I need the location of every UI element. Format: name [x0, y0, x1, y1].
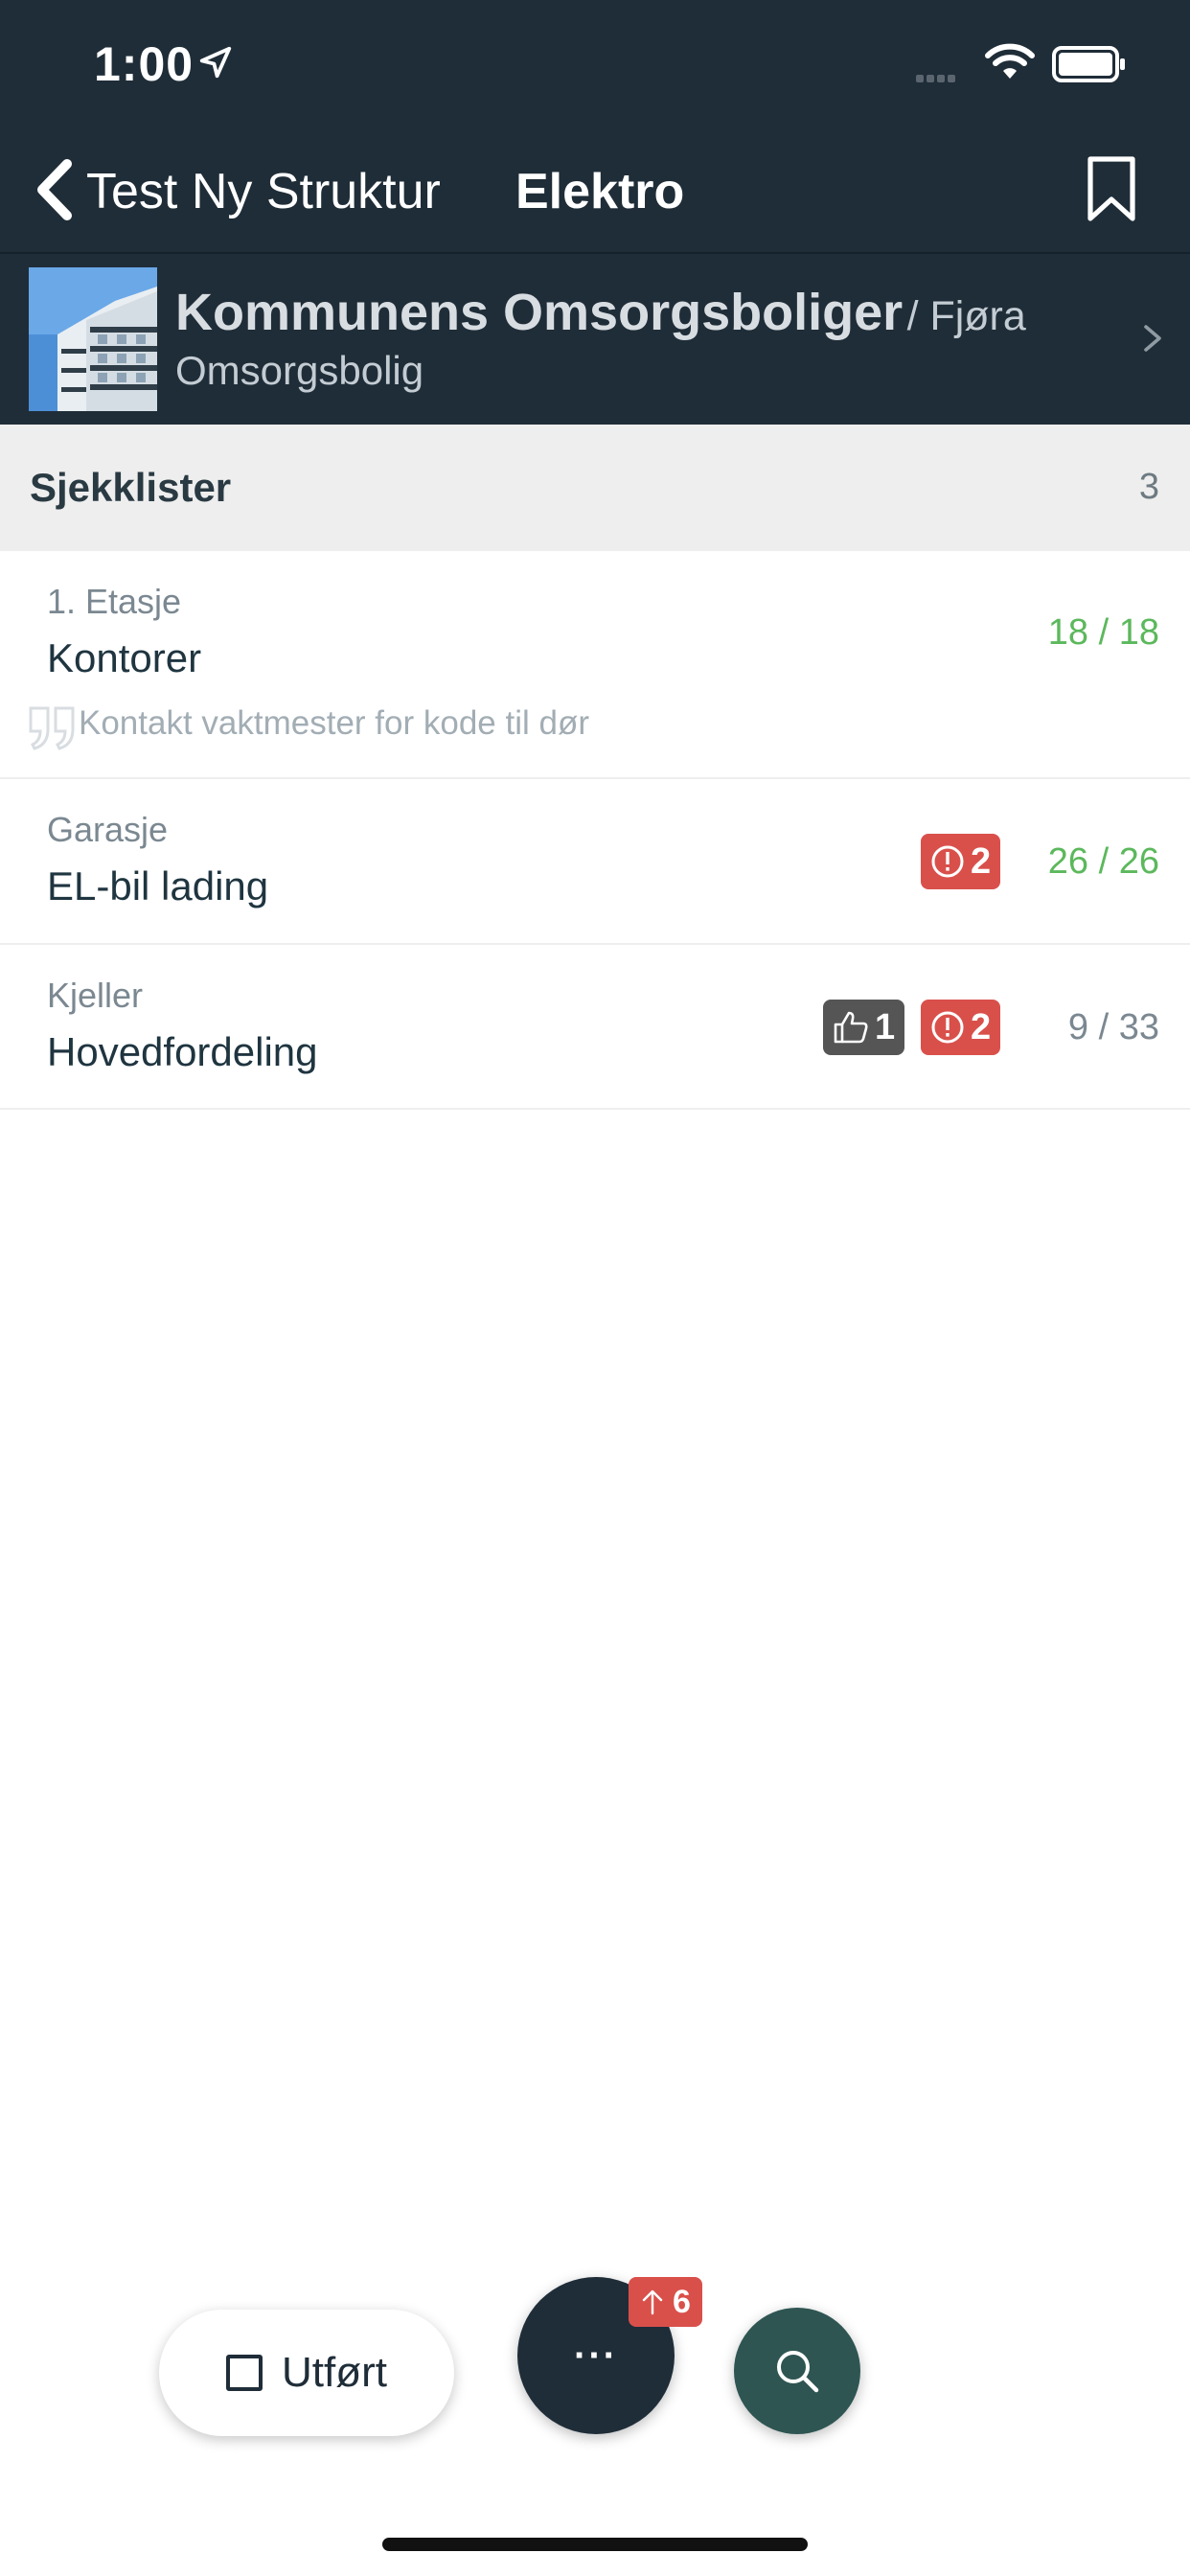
section-count: 3: [1138, 467, 1159, 507]
arrow-up-icon: [642, 2289, 663, 2315]
checklist-title: Kontorer: [47, 635, 202, 680]
location-arrow-icon: [199, 46, 232, 79]
project-thumbnail: [29, 267, 157, 411]
checklist-title: EL-bil lading: [47, 863, 269, 908]
checklist-location: 1. Etasje: [47, 582, 182, 621]
navigation-bar: Test Ny Struktur Elektro: [0, 134, 1190, 249]
back-button[interactable]: Test Ny Struktur: [86, 163, 441, 220]
checklist-progress: 9 / 33: [1067, 1007, 1159, 1047]
done-filter-label: Utført: [282, 2349, 387, 2396]
page-title: Elektro: [515, 164, 685, 219]
cellular-signal-icon: [916, 70, 958, 87]
project-location: / Fjøra: [906, 293, 1026, 339]
done-filter-button[interactable]: Utført: [159, 2310, 454, 2436]
checklist-progress: 26 / 26: [1047, 841, 1159, 882]
floating-action-bar: Utført ··· 6: [0, 2271, 1190, 2444]
checklist-location: Garasje: [47, 810, 169, 849]
checklist-title: Hovedfordeling: [47, 1029, 318, 1074]
project-title-line: Kommunens Omsorgsboliger / Fjøra: [175, 283, 1026, 342]
quote-icon: [29, 706, 75, 750]
search-icon: [777, 2351, 819, 2393]
section-header: Sjekklister 3: [0, 425, 1190, 551]
project-header[interactable]: Kommunens Omsorgsboliger / Fjøra Omsorgs…: [0, 254, 1190, 425]
likes-count: 1: [875, 1006, 896, 1047]
status-time: 1:00: [94, 37, 195, 91]
wifi-icon: [985, 43, 1035, 79]
checklist-row[interactable]: 1. Etasje Kontorer Kontakt vaktmester fo…: [0, 551, 1190, 779]
home-indicator: [382, 2538, 808, 2551]
checkbox-icon[interactable]: [226, 2355, 263, 2391]
chevron-right-icon: [1144, 325, 1161, 352]
search-button[interactable]: [734, 2308, 860, 2434]
checklist-progress: 18 / 18: [1047, 612, 1159, 653]
alert-icon: [931, 1011, 964, 1044]
checklist-location: Kjeller: [47, 976, 144, 1015]
checklist-row[interactable]: Garasje EL-bil lading 2 26 / 26: [0, 779, 1190, 945]
issues-count: 2: [971, 1006, 992, 1047]
issues-badge: 2: [921, 834, 1001, 889]
issues-badge: 2: [921, 1000, 1001, 1055]
status-bar: 1:00: [0, 0, 1190, 125]
upload-count: 6: [673, 2283, 691, 2320]
project-name: Kommunens Omsorgsboliger: [175, 284, 904, 341]
project-subtitle: Omsorgsbolig: [175, 348, 424, 393]
likes-badge: 1: [823, 1000, 905, 1055]
section-title: Sjekklister: [30, 465, 232, 510]
alert-icon: [931, 845, 964, 878]
battery-icon: [1052, 46, 1125, 82]
checklist-note: Kontakt vaktmester for kode til dør: [79, 704, 589, 742]
issues-count: 2: [971, 840, 992, 882]
header: 1:00 Test Ny Struktur Elektro Kommunens …: [0, 0, 1190, 425]
thumbs-up-icon: [834, 1011, 868, 1044]
checklist-row[interactable]: Kjeller Hovedfordeling 1 2 9 / 33: [0, 945, 1190, 1110]
bookmark-icon[interactable]: [1085, 155, 1138, 224]
upload-queue-badge: 6: [629, 2277, 702, 2327]
back-chevron-icon[interactable]: [33, 158, 75, 221]
more-icon: ···: [574, 2334, 618, 2377]
